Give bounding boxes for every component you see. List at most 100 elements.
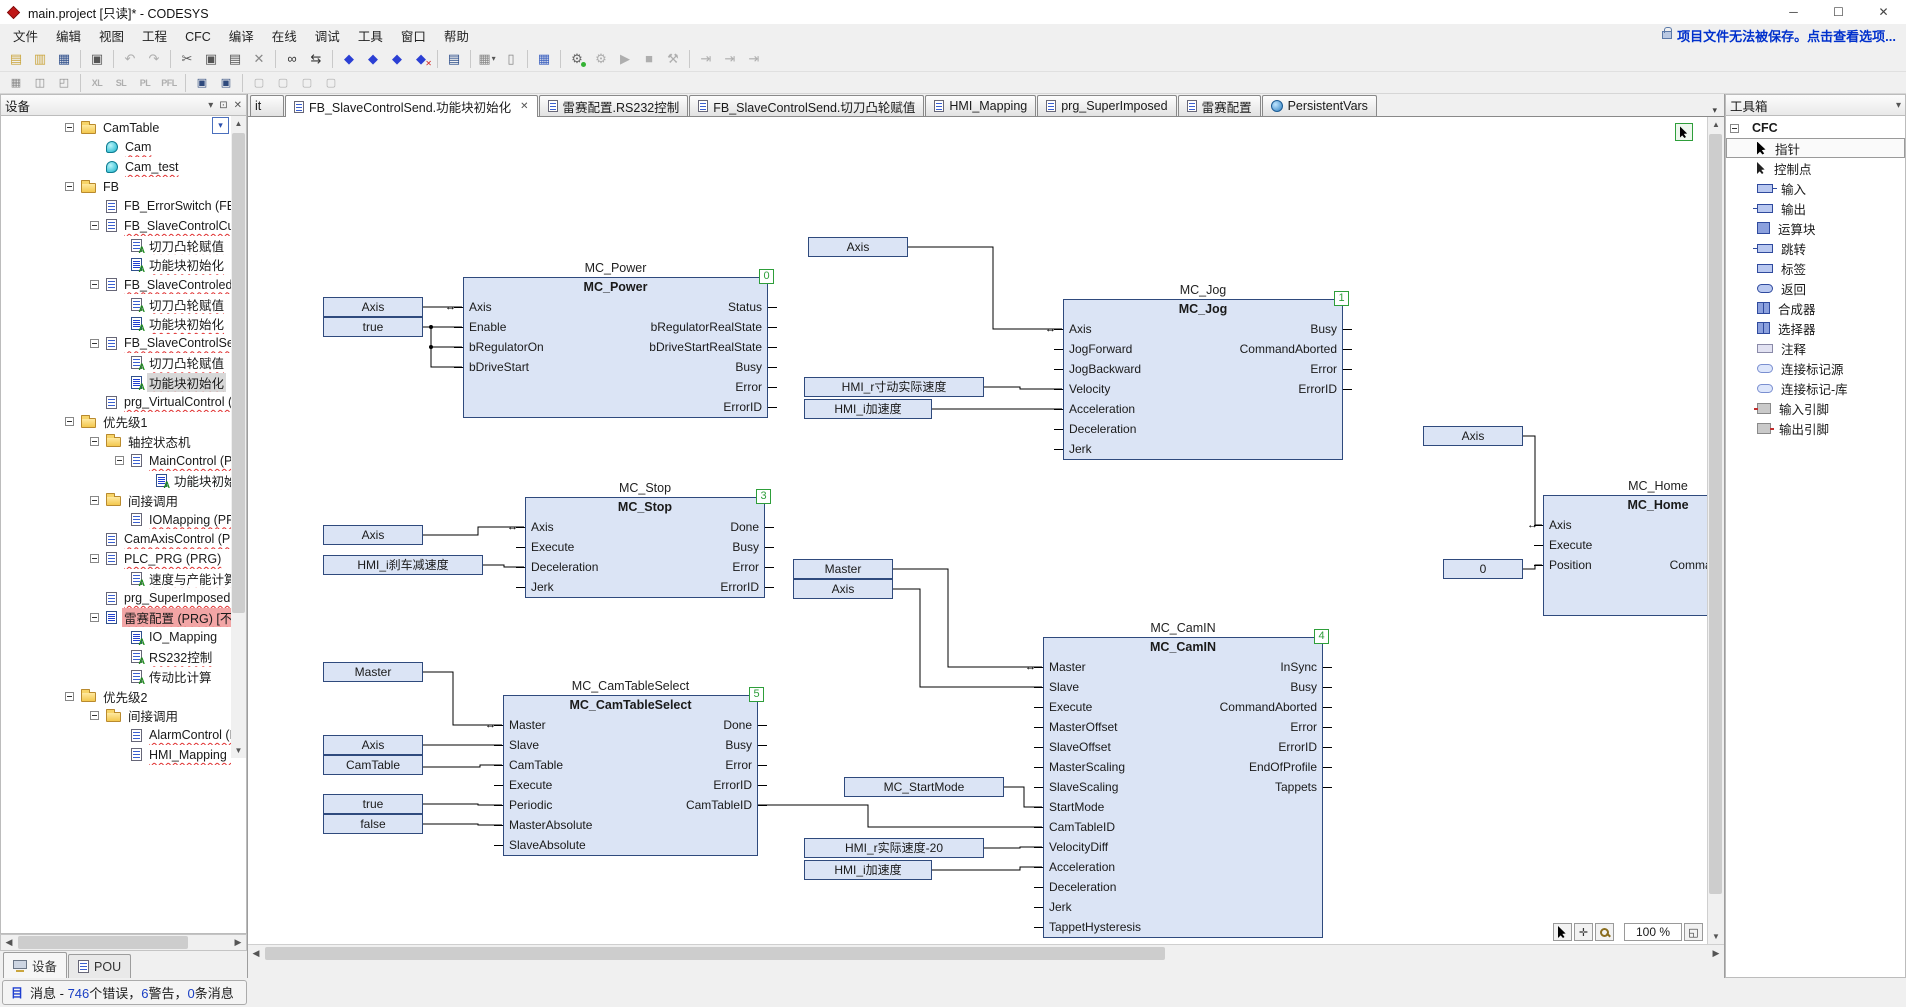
scroll-down-icon[interactable]: ▼ [1708, 929, 1724, 944]
tree-expander[interactable] [90, 496, 106, 505]
tree-item-prg_SuperImposed (PRG)[interactable]: prg_SuperImposed (PRG) [1, 588, 231, 608]
close-button[interactable]: ✕ [1861, 0, 1906, 24]
tree-item-功能块初始化[interactable]: 功能块初始化 [1, 471, 231, 491]
collapse-icon[interactable] [65, 692, 74, 701]
fb-MC_Stop[interactable]: MC_Stop3MC_StopAxisDoneExecuteBusyDecele… [525, 497, 765, 598]
scroll-left-icon[interactable]: ◀ [1, 935, 17, 950]
editor-tab-雷赛配置.RS232控制[interactable]: 雷赛配置.RS232控制 [539, 95, 689, 116]
operand-HMI_r实际速度-20[interactable]: HMI_r实际速度-20 [804, 838, 984, 858]
cfc-canvas[interactable]: ✛ 100 % ◱ ↔↔↔↔↔↔MC_Power0MC_PowerAxisSta… [248, 117, 1707, 944]
toolbar-cfc-win-2-button[interactable]: ▢ [272, 74, 294, 91]
toolbox-item-合成器[interactable]: 合成器 [1726, 298, 1905, 318]
tree-item-轴控状态机[interactable]: 轴控状态机 [1, 432, 231, 452]
toolbar-step-into-button[interactable]: ⇥ [719, 49, 741, 69]
editor-tab-it[interactable]: it [250, 95, 284, 116]
tree-item-HMI_Mapping (PRG)[interactable]: HMI_Mapping (PRG) [1, 745, 231, 765]
tree-expander[interactable] [65, 123, 81, 132]
toolbar-bookmark-3-button[interactable]: ◆ [386, 49, 408, 69]
tree-item-功能块初始化[interactable]: 功能块初始化 [1, 255, 231, 275]
toolbox-group-cfc[interactable]: CFC [1726, 118, 1905, 138]
toolbar-frame-button[interactable]: ▯ [500, 49, 522, 69]
tree-expander[interactable] [90, 711, 106, 720]
collapse-icon[interactable] [65, 417, 74, 426]
toolbar-cfc-grid-button[interactable]: ▦ [5, 74, 27, 91]
tree-item-dropdown-button[interactable]: ▾ [212, 117, 229, 134]
tree-item-切刀凸轮赋值[interactable]: 切刀凸轮赋值 [1, 294, 231, 314]
tree-expander[interactable] [65, 182, 81, 191]
pin-icon[interactable]: ⊡ [219, 100, 227, 111]
tree-item-RS232控制[interactable]: RS232控制 [1, 647, 231, 667]
fb-MC_Home[interactable]: MC_HomeMC_HomeAxisDoneExecuteBusyPositio… [1543, 495, 1707, 616]
editor-scroll-thumb[interactable] [1709, 134, 1722, 894]
toolbar-paste-button[interactable]: ▤ [224, 49, 246, 69]
operand-MC_StartMode[interactable]: MC_StartMode [844, 777, 1004, 797]
tree-item-PLC_PRG (PRG)[interactable]: PLC_PRG (PRG) [1, 549, 231, 569]
tree-item-FB_SlaveControledge (FB)[interactable]: FB_SlaveControledge (FB) [1, 275, 231, 295]
toolbar-step-out-button[interactable]: ⇥ [743, 49, 765, 69]
operand-Axis[interactable]: Axis [323, 297, 423, 317]
toolbar-bookmark-clear-button[interactable]: ◆✕ [410, 49, 432, 69]
editor-tab-雷赛配置[interactable]: 雷赛配置 [1178, 95, 1261, 116]
tree-item-CamTable[interactable]: CamTable [1, 118, 231, 138]
collapse-icon[interactable] [90, 339, 99, 348]
toolbar-cfc-dark-1-button[interactable]: ▣ [191, 74, 213, 91]
toolbar-find-button[interactable]: ∞ [281, 49, 303, 69]
operand-HMI_r寸动实际速度[interactable]: HMI_r寸动实际速度 [804, 377, 984, 397]
chevron-down-icon[interactable]: ▾ [1896, 100, 1901, 111]
save-notification[interactable]: 项目文件无法被保存。点击查看选项... [1662, 26, 1906, 45]
editor-horizontal-scrollbar[interactable]: ◀ ▶ [248, 944, 1724, 961]
collapse-icon[interactable] [90, 613, 99, 622]
collapse-icon[interactable] [90, 711, 99, 720]
editor-tab-FB_SlaveControlSend.切刀凸轮赋值[interactable]: FB_SlaveControlSend.切刀凸轮赋值 [689, 95, 924, 116]
toolbar-redo-button[interactable]: ↷ [143, 49, 165, 69]
toolbar-cfc-win-3-button[interactable]: ▢ [296, 74, 318, 91]
fb-MC_Power[interactable]: MC_Power0MC_PowerAxisStatusEnablebRegula… [463, 277, 768, 418]
toolbox-item-标签[interactable]: 标签 [1726, 258, 1905, 278]
toolbar-build-button[interactable]: ▦ [533, 49, 555, 69]
tree-expander[interactable] [90, 437, 106, 446]
toolbar-stop-button[interactable]: ■ [638, 49, 660, 69]
toolbar-save-button[interactable]: ▦ [53, 49, 75, 69]
tree-expander[interactable] [90, 613, 106, 622]
collapse-icon[interactable] [90, 221, 99, 230]
menu-工具[interactable]: 工具 [349, 28, 392, 46]
tree-item-切刀凸轮赋值[interactable]: 切刀凸轮赋值 [1, 236, 231, 256]
menu-窗口[interactable]: 窗口 [392, 28, 435, 46]
toolbar-cfc-order-1-button[interactable]: ◫ [29, 74, 51, 91]
toolbar-new-file-button[interactable]: ▤ [5, 49, 27, 69]
collapse-icon[interactable] [90, 437, 99, 446]
operand-HMI_i加速度[interactable]: HMI_i加速度 [804, 399, 932, 419]
toolbar-cfc-win-1-button[interactable]: ▢ [248, 74, 270, 91]
magnifier-tool-button[interactable] [1595, 923, 1614, 941]
toolbox-item-注释[interactable]: 注释 [1726, 338, 1905, 358]
operand-HMI_i加速度[interactable]: HMI_i加速度 [804, 860, 932, 880]
toolbar-pfl-button[interactable]: PFL [158, 74, 180, 91]
tree-item-传动比计算[interactable]: 传动比计算 [1, 667, 231, 687]
menu-编辑[interactable]: 编辑 [47, 28, 90, 46]
editor-vertical-scrollbar[interactable]: ▲ ▼ [1707, 117, 1724, 944]
operand-true[interactable]: true [323, 317, 423, 337]
tree-expander[interactable] [65, 417, 81, 426]
tree-item-雷赛配置 (PRG) [不完整][interactable]: 雷赛配置 (PRG) [不完整] [1, 608, 231, 628]
menu-工程[interactable]: 工程 [133, 28, 176, 46]
tree-item-IO_Mapping[interactable]: IO_Mapping [1, 627, 231, 647]
toolbar-cut-button[interactable]: ✂ [176, 49, 198, 69]
toolbox-item-连接标记源[interactable]: 连接标记源 [1726, 358, 1905, 378]
operand-true[interactable]: true [323, 794, 423, 814]
toolbar-paste-special-button[interactable]: ▤ [443, 49, 465, 69]
tree-item-FB_SlaveControlSend[interactable]: FB_SlaveControlSend [1, 334, 231, 354]
scroll-up-icon[interactable]: ▲ [231, 116, 246, 131]
scroll-down-icon[interactable]: ▼ [231, 743, 246, 758]
tree-expander[interactable] [90, 280, 106, 289]
operand-Master[interactable]: Master [793, 559, 893, 579]
tree-item-IOMapping (PRG)[interactable]: IOMapping (PRG) [1, 510, 231, 530]
toolbox-item-输入引脚[interactable]: 输入引脚 [1726, 398, 1905, 418]
zoom-fit-button[interactable]: ◱ [1684, 923, 1703, 941]
toolbox-item-返回[interactable]: 返回 [1726, 278, 1905, 298]
fb-MC_CamIN[interactable]: MC_CamIN4MC_CamINMasterInSyncSlaveBusyEx… [1043, 637, 1323, 938]
collapse-icon[interactable] [115, 456, 124, 465]
fb-MC_Jog[interactable]: MC_Jog1MC_JogAxisBusyJogForwardCommandAb… [1063, 299, 1343, 460]
chevron-down-icon[interactable]: ▾ [208, 100, 213, 111]
operand-Axis[interactable]: Axis [793, 579, 893, 599]
tree-item-Cam_test[interactable]: Cam_test [1, 157, 231, 177]
